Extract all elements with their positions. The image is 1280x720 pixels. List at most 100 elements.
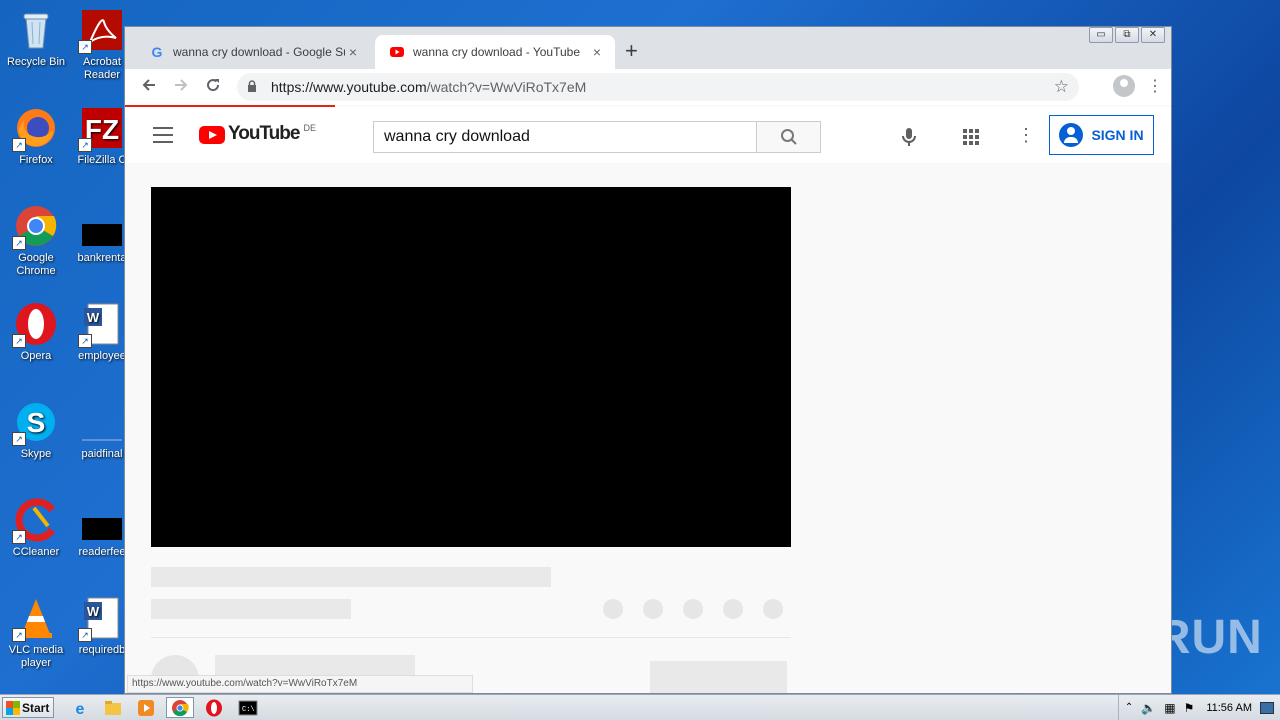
desktop-icon-label: CCleaner	[12, 546, 60, 558]
youtube-header: YouTube DE ⋮ SIGN IN	[125, 107, 1171, 163]
svg-text:W: W	[87, 604, 100, 619]
arrow-left-icon	[142, 78, 155, 91]
close-window-button[interactable]: ✕	[1141, 27, 1165, 43]
bookmark-star-icon[interactable]: ☆	[1054, 77, 1069, 97]
show-hidden-icons-icon[interactable]: ⌃	[1125, 702, 1133, 713]
desktop-icon-label: VLC media player	[8, 644, 64, 669]
action-placeholder	[603, 599, 623, 619]
action-placeholder	[723, 599, 743, 619]
desktop-icon-firefox[interactable]: ↗ Firefox	[1, 106, 71, 167]
meta-placeholder	[151, 599, 351, 619]
file-icon	[80, 400, 124, 444]
chrome-icon: ↗	[12, 204, 58, 250]
search-icon	[780, 129, 797, 145]
account-icon	[1059, 123, 1084, 147]
youtube-favicon-icon	[389, 44, 405, 60]
skype-icon: S ↗	[12, 400, 58, 446]
desktop-icon-label: Recycle Bin	[6, 56, 66, 68]
tab-youtube[interactable]: wanna cry download - YouTube ×	[375, 35, 615, 69]
svg-text:C:\: C:\	[242, 706, 255, 714]
start-button[interactable]: Start	[2, 697, 54, 718]
youtube-play-icon	[199, 126, 225, 144]
opera-icon	[206, 699, 222, 716]
taskbar-ie[interactable]: e	[68, 697, 92, 718]
desktop-icon-label: Google Chrome	[16, 252, 56, 277]
opera-icon: ↗	[12, 302, 58, 348]
url-host: https://www.youtube.com	[271, 79, 427, 95]
desktop-icon-recycle-bin[interactable]: Recycle Bin	[1, 8, 71, 69]
new-tab-button[interactable]: +	[625, 39, 638, 63]
taskbar-cmd[interactable]: C:\	[234, 697, 262, 718]
filezilla-icon: FZ ↗	[78, 106, 124, 152]
command-prompt-icon: C:\	[238, 700, 258, 715]
taskbar-opera[interactable]	[202, 697, 226, 718]
window-controls: ▭ ⧉ ✕	[1089, 27, 1165, 43]
browser-menu-icon[interactable]: ⋮	[1147, 76, 1163, 96]
forward-button[interactable]	[165, 77, 197, 98]
google-favicon-icon: G	[149, 44, 165, 60]
back-button[interactable]	[133, 77, 165, 98]
settings-menu-icon[interactable]: ⋮	[1017, 125, 1035, 146]
firefox-icon: ↗	[12, 106, 58, 152]
ccleaner-icon: ↗	[12, 498, 58, 544]
tab-google-search[interactable]: G wanna cry download - Google Suche ×	[135, 35, 371, 69]
page-content: YouTube DE ⋮ SIGN IN	[125, 105, 1171, 693]
apps-grid-icon[interactable]	[963, 129, 979, 145]
show-desktop-icon[interactable]	[1260, 701, 1274, 714]
restore-button[interactable]: ⧉	[1115, 27, 1139, 43]
vlc-icon: ↗	[12, 596, 58, 642]
desktop-icon-label: Opera	[20, 350, 52, 362]
search-input[interactable]	[374, 122, 756, 152]
tab-strip: G wanna cry download - Google Suche × wa…	[125, 27, 1171, 69]
system-tray: ⌃ 🔈 ▦ ⚑ 11:56 AM	[1117, 695, 1280, 720]
taskbar-chrome[interactable]	[166, 697, 194, 718]
sign-in-button[interactable]: SIGN IN	[1049, 115, 1154, 155]
desktop-icon-ccleaner[interactable]: ↗ CCleaner	[1, 498, 71, 559]
desktop-icon-label: Skype	[20, 448, 52, 460]
youtube-logo-text: YouTube	[228, 123, 300, 144]
svg-text:G: G	[152, 44, 163, 60]
youtube-logo[interactable]: YouTube DE	[199, 123, 316, 145]
action-placeholder	[643, 599, 663, 619]
hamburger-menu-icon[interactable]	[153, 127, 173, 148]
word-doc-icon: W ↗	[78, 596, 124, 642]
desktop-icon-label: Firefox	[19, 154, 53, 166]
action-placeholder	[763, 599, 783, 619]
divider	[151, 637, 791, 638]
minimize-button[interactable]: ▭	[1089, 27, 1113, 43]
file-icon	[80, 498, 124, 542]
media-player-icon	[138, 699, 154, 716]
profile-avatar-icon[interactable]	[1113, 75, 1135, 97]
reload-icon	[207, 78, 220, 91]
tab-close-icon[interactable]: ×	[345, 44, 361, 60]
windows-logo-icon	[6, 700, 20, 715]
file-icon	[80, 204, 124, 248]
address-bar[interactable]: https://www.youtube.com/watch?v=WwViRoTx…	[237, 73, 1079, 101]
taskbar-explorer[interactable]	[101, 697, 125, 718]
sign-in-label: SIGN IN	[1091, 127, 1144, 143]
internet-explorer-icon: e	[76, 701, 85, 717]
clock[interactable]: 11:56 AM	[1206, 702, 1252, 714]
desktop-icon-chrome[interactable]: ↗ Google Chrome	[1, 204, 71, 278]
network-icon[interactable]: ▦	[1164, 701, 1175, 715]
action-center-flag-icon[interactable]: ⚑	[1184, 701, 1195, 715]
tab-title: wanna cry download - Google Suche	[173, 45, 345, 59]
desktop-icon-vlc[interactable]: ↗ VLC media player	[1, 596, 71, 670]
search-button[interactable]	[756, 122, 820, 152]
video-player[interactable]	[151, 187, 791, 547]
region-code: DE	[303, 123, 316, 133]
tab-close-icon[interactable]: ×	[589, 44, 605, 60]
svg-text:W: W	[87, 310, 100, 325]
desktop-icon-skype[interactable]: S ↗ Skype	[1, 400, 71, 461]
reload-button[interactable]	[197, 77, 229, 98]
title-placeholder	[151, 567, 551, 587]
channel-name-placeholder	[215, 655, 415, 675]
taskbar: Start e C:\ ⌃ 🔈 ▦ ⚑ 11:56 AM	[0, 694, 1280, 720]
microphone-icon[interactable]	[901, 127, 917, 150]
volume-icon[interactable]: 🔈	[1141, 701, 1156, 715]
desktop-icon-opera[interactable]: ↗ Opera	[1, 302, 71, 363]
recycle-bin-icon	[14, 8, 58, 52]
taskbar-media-player[interactable]	[134, 697, 158, 718]
link-status-bar: https://www.youtube.com/watch?v=WwViRoTx…	[127, 675, 473, 693]
browser-toolbar: https://www.youtube.com/watch?v=WwViRoTx…	[125, 69, 1171, 105]
